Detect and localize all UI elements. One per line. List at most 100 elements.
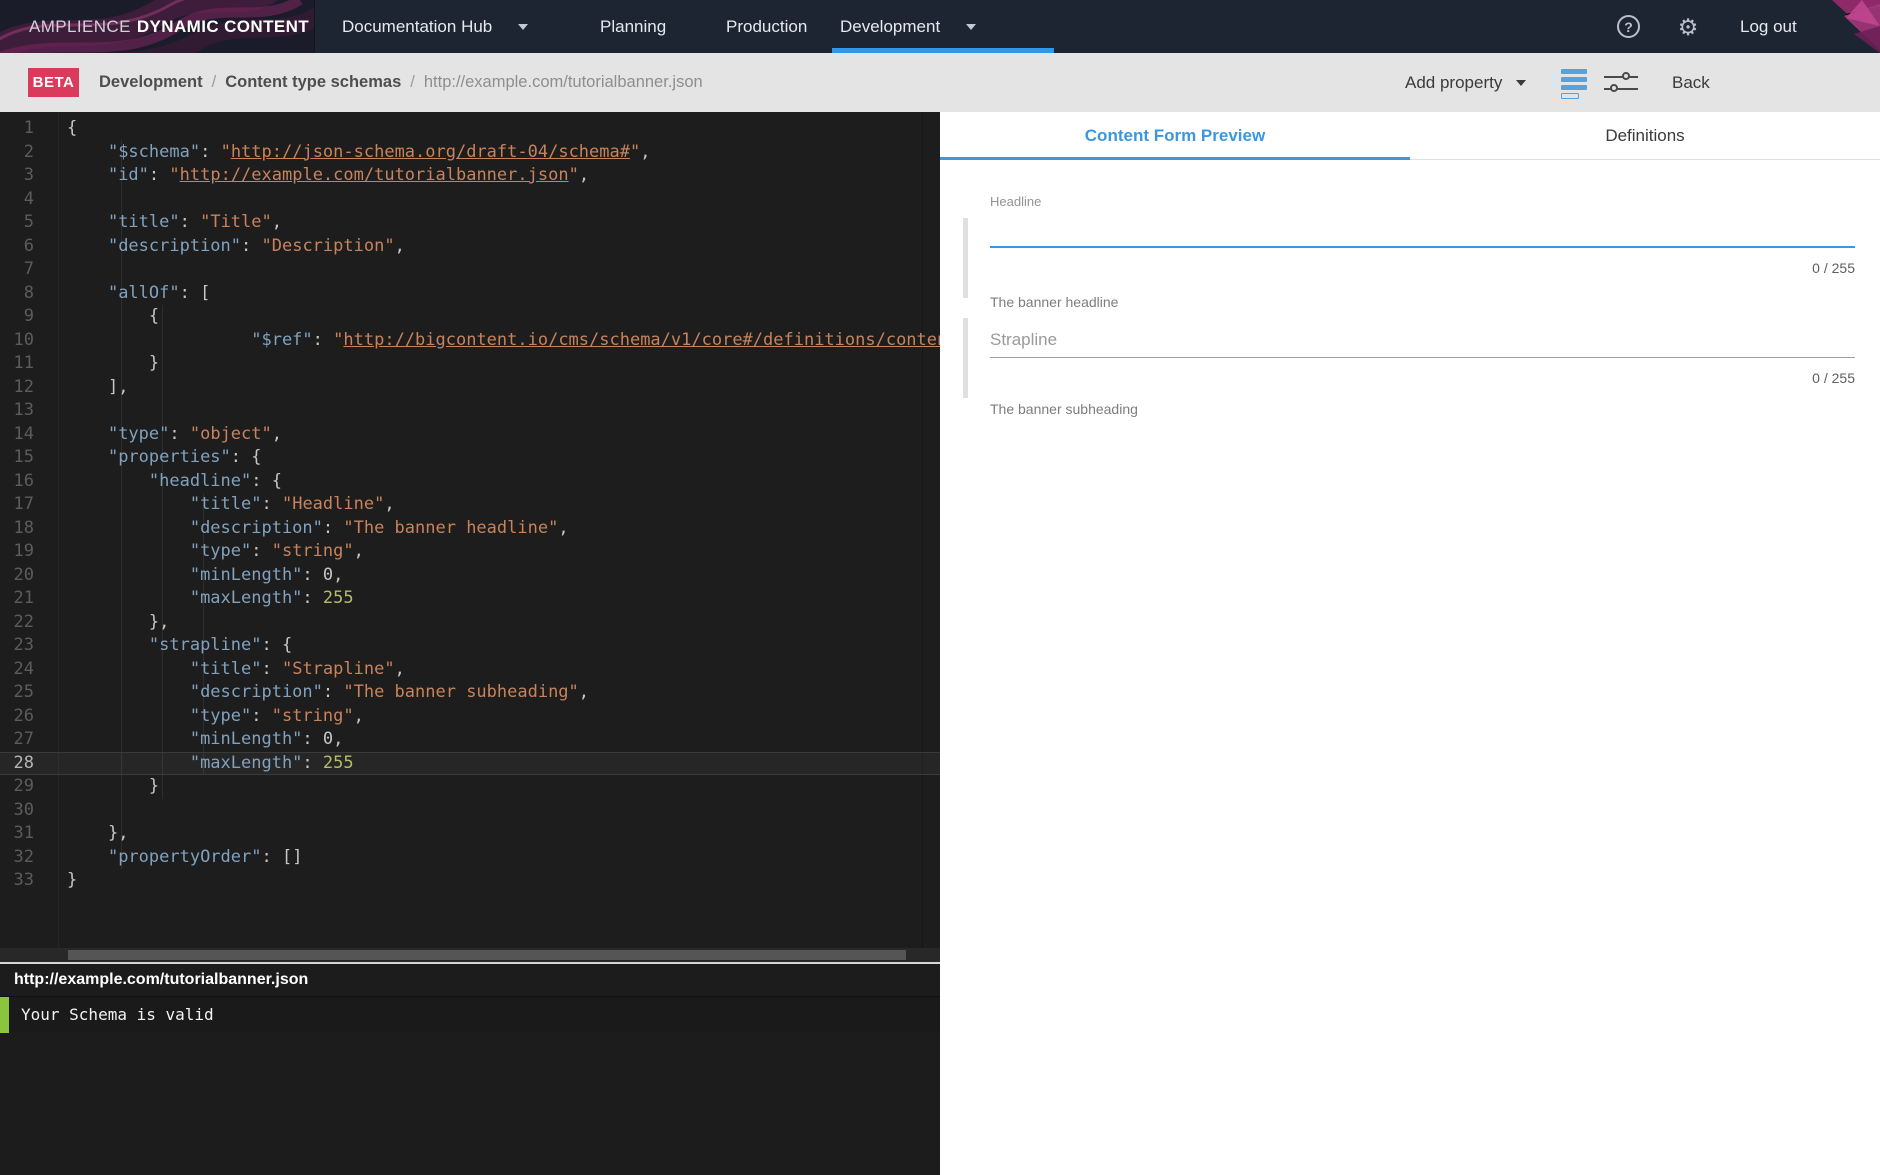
code-line[interactable]: 28 "maxLength": 255 bbox=[0, 751, 940, 775]
code-line[interactable]: 15 "properties": { bbox=[0, 446, 940, 470]
code-text: { bbox=[148, 306, 160, 326]
code-text: "maxLength": 255 bbox=[189, 752, 354, 773]
code-text: "type": "object", bbox=[107, 423, 282, 444]
code-lines: 1{2 "$schema": "http://json-schema.org/d… bbox=[0, 117, 940, 893]
code-line[interactable]: 10 "$ref": "http://bigcontent.io/cms/sch… bbox=[0, 329, 940, 353]
code-text: "strapline": { bbox=[148, 635, 293, 655]
code-line[interactable]: 23 "strapline": { bbox=[0, 634, 940, 658]
toolbar: BETA Development / Content type schemas … bbox=[0, 53, 1880, 152]
row-view-icon[interactable] bbox=[1561, 69, 1587, 99]
row-bar bbox=[1561, 85, 1587, 90]
logout-label: Log out bbox=[1740, 16, 1797, 36]
nav-item-planning[interactable]: Planning bbox=[600, 0, 666, 53]
code-line[interactable]: 8 "allOf": [ bbox=[0, 282, 940, 306]
code-line[interactable]: 20 "minLength": 0, bbox=[0, 564, 940, 588]
code-line[interactable]: 25 "description": "The banner subheading… bbox=[0, 681, 940, 705]
line-number: 26 bbox=[13, 705, 34, 726]
settings-sliders-icon[interactable] bbox=[1604, 72, 1638, 92]
line-number: 8 bbox=[23, 282, 34, 303]
line-number: 19 bbox=[13, 541, 34, 561]
slider-knob bbox=[1622, 72, 1630, 80]
code-editor[interactable]: 1{2 "$schema": "http://json-schema.org/d… bbox=[0, 112, 940, 948]
scrollbar-thumb[interactable] bbox=[68, 950, 906, 960]
brand-amplience: AMPLIENCE bbox=[29, 16, 131, 36]
code-line[interactable]: 12 ], bbox=[0, 376, 940, 400]
line-number: 5 bbox=[23, 212, 34, 232]
tab-content-form-preview[interactable]: Content Form Preview bbox=[940, 112, 1410, 160]
schema-url-text: http://example.com/tutorialbanner.json bbox=[14, 971, 309, 988]
code-line[interactable]: 30 bbox=[0, 799, 940, 823]
code-line[interactable]: 6 "description": "Description", bbox=[0, 235, 940, 259]
breadcrumb-content-type-schemas[interactable]: Content type schemas bbox=[225, 73, 401, 92]
code-line[interactable]: 1{ bbox=[0, 117, 940, 141]
row-bar bbox=[1561, 93, 1579, 99]
code-line[interactable]: 29 } bbox=[0, 775, 940, 799]
code-line[interactable]: 17 "title": "Headline", bbox=[0, 493, 940, 517]
line-number: 31 bbox=[13, 823, 34, 843]
nav-item-production[interactable]: Production bbox=[726, 0, 807, 53]
code-line[interactable]: 27 "minLength": 0, bbox=[0, 728, 940, 752]
code-line[interactable]: 9 { bbox=[0, 305, 940, 329]
add-property-button[interactable]: Add property bbox=[1405, 53, 1527, 112]
code-line[interactable]: 18 "description": "The banner headline", bbox=[0, 517, 940, 541]
code-text: "title": "Headline", bbox=[189, 494, 395, 514]
nav-label: Production bbox=[726, 16, 808, 36]
code-text: "$ref": "http://bigcontent.io/cms/schema… bbox=[251, 329, 940, 350]
code-text: "allOf": [ bbox=[107, 282, 211, 303]
line-number: 15 bbox=[13, 447, 34, 467]
char-counter: 0 / 255 bbox=[1812, 260, 1855, 276]
schema-url-bar: http://example.com/tutorialbanner.json bbox=[0, 964, 940, 996]
line-number: 25 bbox=[13, 682, 34, 702]
back-button[interactable]: Back bbox=[1672, 53, 1710, 112]
nav-item-development[interactable]: Development bbox=[840, 0, 977, 53]
back-label: Back bbox=[1672, 72, 1710, 92]
breadcrumb-development[interactable]: Development bbox=[99, 73, 203, 92]
code-line[interactable]: 32 "propertyOrder": [] bbox=[0, 846, 940, 870]
code-text: "title": "Title", bbox=[107, 212, 282, 232]
amplience-logo[interactable]: AMPLIENCE DYNAMIC CONTENT bbox=[0, 0, 315, 53]
tab-label: Definitions bbox=[1605, 125, 1685, 145]
code-line[interactable]: 5 "title": "Title", bbox=[0, 211, 940, 235]
code-line[interactable]: 22 }, bbox=[0, 611, 940, 635]
beta-badge: BETA bbox=[28, 68, 79, 97]
add-property-label: Add property bbox=[1405, 72, 1503, 92]
help-icon[interactable]: ? bbox=[1617, 15, 1640, 38]
preview-pane: Content Form Preview Definitions Headlin… bbox=[940, 112, 1880, 1175]
line-number: 18 bbox=[13, 517, 34, 538]
code-line[interactable]: 26 "type": "string", bbox=[0, 705, 940, 729]
code-text: "minLength": 0, bbox=[189, 729, 344, 749]
nav-item-documentation-hub[interactable]: Documentation Hub bbox=[342, 0, 529, 53]
line-number: 24 bbox=[13, 658, 34, 679]
brand-dynamic-content: DYNAMIC CONTENT bbox=[136, 16, 310, 36]
headline-input[interactable] bbox=[990, 212, 1855, 242]
nav-label: Documentation Hub bbox=[342, 16, 493, 36]
code-line[interactable]: 14 "type": "object", bbox=[0, 423, 940, 447]
code-line[interactable]: 3 "id": "http://example.com/tutorialbann… bbox=[0, 164, 940, 188]
line-number: 7 bbox=[23, 259, 34, 279]
gear-icon[interactable]: ⚙ bbox=[1676, 15, 1700, 39]
line-number: 3 bbox=[23, 165, 34, 185]
code-line[interactable]: 11 } bbox=[0, 352, 940, 376]
code-text: } bbox=[67, 870, 78, 890]
code-line[interactable]: 13 bbox=[0, 399, 940, 423]
code-text: "title": "Strapline", bbox=[189, 658, 405, 679]
code-line[interactable]: 33} bbox=[0, 869, 940, 893]
logout-button[interactable]: Log out bbox=[1740, 0, 1797, 53]
code-line[interactable]: 19 "type": "string", bbox=[0, 540, 940, 564]
horizontal-scrollbar[interactable] bbox=[0, 948, 940, 962]
code-line[interactable]: 24 "title": "Strapline", bbox=[0, 658, 940, 682]
code-line[interactable]: 31 }, bbox=[0, 822, 940, 846]
code-line[interactable]: 16 "headline": { bbox=[0, 470, 940, 494]
code-line[interactable]: 4 bbox=[0, 188, 940, 212]
tab-definitions[interactable]: Definitions bbox=[1410, 112, 1880, 159]
breadcrumb-separator: / bbox=[211, 73, 217, 91]
brand-text: AMPLIENCE DYNAMIC CONTENT bbox=[29, 0, 309, 53]
code-text: "minLength": 0, bbox=[189, 564, 344, 585]
field-underline-focused bbox=[990, 246, 1855, 248]
code-line[interactable]: 7 bbox=[0, 258, 940, 282]
breadcrumb: Development / Content type schemas / htt… bbox=[99, 53, 703, 112]
line-number: 11 bbox=[13, 353, 34, 373]
code-line[interactable]: 21 "maxLength": 255 bbox=[0, 587, 940, 611]
code-line[interactable]: 2 "$schema": "http://json-schema.org/dra… bbox=[0, 141, 940, 165]
